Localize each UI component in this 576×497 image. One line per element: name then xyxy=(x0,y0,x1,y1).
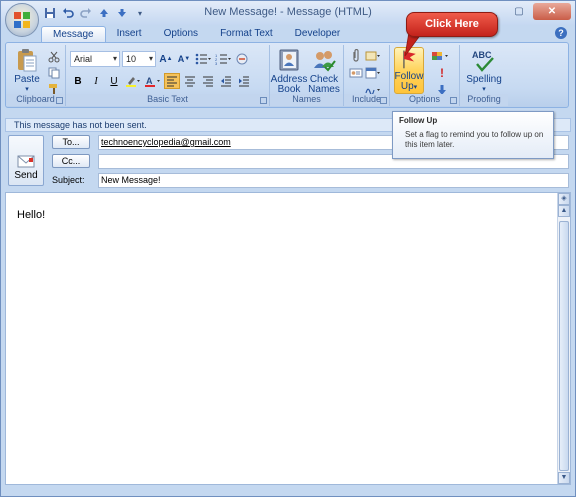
ribbon: Paste ▾ Clipboard Arial 10 A▲ A▼ xyxy=(5,42,569,108)
up-arrow-icon[interactable] xyxy=(97,6,111,20)
copy-icon[interactable] xyxy=(46,65,62,81)
business-card-icon[interactable] xyxy=(348,65,364,81)
tab-message[interactable]: Message xyxy=(41,26,106,42)
follow-up-tooltip: Follow Up Set a flag to remind you to fo… xyxy=(392,111,554,159)
svg-text:3: 3 xyxy=(215,61,218,65)
increase-indent-icon[interactable] xyxy=(236,73,252,89)
redo-icon[interactable] xyxy=(79,6,93,20)
vertical-scrollbar[interactable]: ◈ ▲ ▼ xyxy=(557,193,570,484)
ribbon-tabs: Message Insert Options Format Text Devel… xyxy=(41,26,351,42)
ruler-toggle-icon[interactable]: ◈ xyxy=(558,193,570,205)
include-launcher-icon[interactable] xyxy=(380,97,387,104)
attach-item-icon[interactable] xyxy=(364,48,382,64)
spelling-abc-text: ABC xyxy=(472,50,492,60)
to-recipient[interactable]: technoencyclopedia@gmail.com xyxy=(101,137,231,147)
check-names-icon xyxy=(314,51,336,72)
body-text[interactable]: Hello! xyxy=(17,209,45,221)
outlook-message-window: New Message! - Message (HTML) ▾ ▁ ▢ ✕ Me… xyxy=(0,0,576,497)
tab-format-text[interactable]: Format Text xyxy=(209,26,284,42)
basic-text-label: Basic Text xyxy=(66,94,269,106)
bullets-icon[interactable] xyxy=(194,51,212,67)
align-center-icon[interactable] xyxy=(182,73,198,89)
send-button[interactable]: Send xyxy=(8,135,44,186)
follow-up-dropdown-icon: ▾ xyxy=(413,84,418,91)
cc-button[interactable]: Cc... xyxy=(52,154,90,168)
highlight-icon[interactable] xyxy=(124,73,142,89)
office-logo-icon xyxy=(14,12,30,28)
svg-text:A: A xyxy=(146,76,153,86)
font-name-select[interactable]: Arial xyxy=(70,51,120,67)
bold-button[interactable]: B xyxy=(70,73,86,89)
italic-button[interactable]: I xyxy=(88,73,104,89)
shrink-font-icon[interactable]: A ▼ xyxy=(176,51,192,67)
help-icon[interactable]: ? xyxy=(555,27,567,39)
check-names-button[interactable]: Check Names xyxy=(306,47,342,95)
font-size-select[interactable]: 10 xyxy=(122,51,156,67)
quick-access-toolbar: ▾ xyxy=(43,6,147,20)
proofing-label: Proofing xyxy=(460,94,508,106)
clipboard-group: Paste ▾ Clipboard xyxy=(6,45,66,106)
font-color-icon[interactable]: A xyxy=(144,73,162,89)
include-group: Include xyxy=(344,45,390,106)
down-arrow-icon[interactable] xyxy=(115,6,129,20)
address-book-button[interactable]: Address Book xyxy=(271,47,307,95)
click-here-callout: Click Here xyxy=(406,12,498,37)
categorize-icon[interactable] xyxy=(430,48,452,64)
grow-font-icon[interactable]: A ▲ xyxy=(158,51,174,67)
align-left-icon[interactable] xyxy=(164,73,180,89)
names-group: Address Book Check Names Names xyxy=(270,45,344,106)
tab-options[interactable]: Options xyxy=(153,26,209,42)
tab-developer[interactable]: Developer xyxy=(284,26,352,42)
paste-icon xyxy=(18,49,37,72)
scroll-up-icon[interactable]: ▲ xyxy=(558,205,570,217)
save-icon[interactable] xyxy=(43,6,57,20)
underline-button[interactable]: U xyxy=(106,73,122,89)
basic-text-launcher-icon[interactable] xyxy=(260,97,267,104)
tab-insert[interactable]: Insert xyxy=(106,26,153,42)
spelling-button[interactable]: ABC Spelling ▾ xyxy=(466,47,502,95)
tooltip-body: Set a flag to remind you to follow up on… xyxy=(405,130,544,149)
undo-icon[interactable] xyxy=(61,6,75,20)
styles-icon[interactable] xyxy=(234,51,250,67)
send-icon xyxy=(17,155,35,168)
subject-label: Subject: xyxy=(52,175,85,185)
options-group: Follow Up▾ ! Options xyxy=(390,45,460,106)
basic-text-group: Arial 10 A▲ A▼ 123 B I U xyxy=(66,45,270,106)
attach-file-icon[interactable] xyxy=(348,48,364,64)
subject-field[interactable]: New Message! xyxy=(98,173,569,188)
scroll-down-icon[interactable]: ▼ xyxy=(558,472,570,484)
address-book-icon xyxy=(279,49,299,71)
message-body[interactable]: Hello! ◈ ▲ ▼ xyxy=(5,192,571,485)
office-button[interactable] xyxy=(5,3,39,37)
cut-icon[interactable] xyxy=(46,49,62,65)
calendar-icon[interactable] xyxy=(364,65,382,81)
scroll-thumb[interactable] xyxy=(559,221,569,471)
paste-button[interactable]: Paste ▾ xyxy=(10,47,44,95)
options-label: Options xyxy=(390,94,459,106)
options-launcher-icon[interactable] xyxy=(450,97,457,104)
high-importance-icon[interactable]: ! xyxy=(434,65,450,81)
decrease-indent-icon[interactable] xyxy=(218,73,234,89)
align-right-icon[interactable] xyxy=(200,73,216,89)
to-button[interactable]: To... xyxy=(52,135,90,149)
proofing-group: ABC Spelling ▾ Proofing xyxy=(460,45,508,106)
names-label: Names xyxy=(270,94,343,106)
customize-toolbar-icon[interactable]: ▾ xyxy=(133,6,147,20)
close-button[interactable]: ✕ xyxy=(533,3,571,20)
clipboard-launcher-icon[interactable] xyxy=(56,97,63,104)
numbering-icon[interactable]: 123 xyxy=(214,51,232,67)
spelling-icon: ABC xyxy=(472,50,494,72)
tooltip-title: Follow Up xyxy=(399,116,438,125)
maximize-button[interactable]: ▢ xyxy=(507,3,531,20)
